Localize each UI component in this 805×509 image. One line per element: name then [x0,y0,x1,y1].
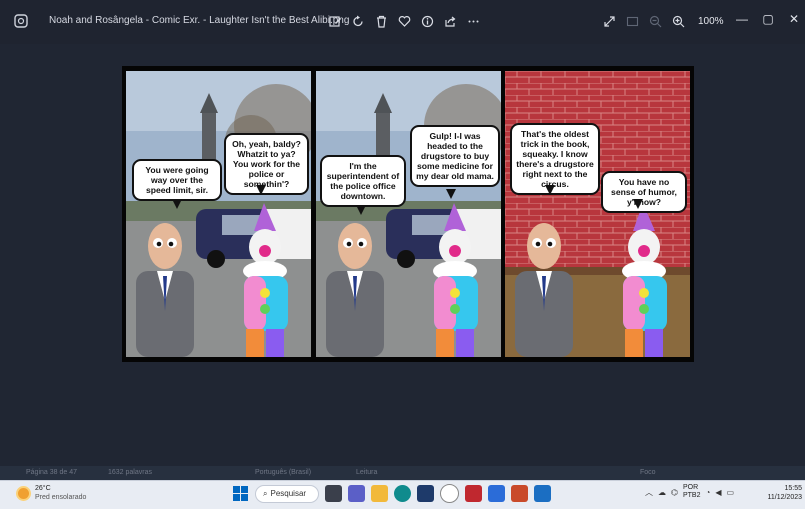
rotate-icon[interactable] [349,10,368,32]
dell-icon[interactable] [440,484,459,503]
system-tray: ︿ ☁ ⌬ POR PTB2 ◔ ◀ ▭ [645,484,734,500]
comic-strip-image[interactable]: You were going way over the speed limit,… [122,66,694,362]
weather-temp: 26°C [35,485,51,492]
bg-status-4: Leitura [356,469,378,476]
onedrive-icon[interactable]: ☁ [658,488,666,497]
speech-bubble-6: You have no sense of humor, y'know? [601,171,687,213]
more-icon[interactable] [464,10,483,32]
bubble-tail-3 [356,205,366,215]
speech-bubble-2: Oh, yeah, baldy? Whatzit to ya? You work… [224,133,309,195]
image-toolbar [326,10,483,32]
network-icon[interactable]: ⌬ [671,488,678,497]
store-icon[interactable] [417,485,434,502]
search-icon: ⌕ [263,488,268,498]
bubble-tail-5 [545,185,555,195]
file-name: Noah and Rosângela - Comic Exr. - Laught… [49,15,350,26]
search-label: Pesquisar [270,489,307,498]
start-button[interactable] [232,485,249,502]
info-icon[interactable] [418,10,437,32]
chevron-up-icon[interactable]: ︿ [645,487,653,498]
language-code: POR [682,484,699,491]
keyboard-layout: PTB2 [682,492,701,499]
close-button[interactable]: ✕ [780,8,805,30]
zoom-in-icon[interactable] [669,10,688,32]
panel-2-artwork [316,71,501,357]
bubble-tail-6 [633,199,643,209]
clock-date: 11/12/2023 [767,494,802,501]
photos-icon[interactable] [534,485,551,502]
speech-bubble-3: I'm the superintendent of the police off… [320,155,406,207]
fullscreen-icon[interactable] [600,10,619,32]
bubble-tail-4 [446,189,456,199]
language-indicator[interactable]: POR PTB2 [683,484,701,500]
volume-icon[interactable]: ◀ [715,488,721,497]
windows-logo-icon [233,486,248,501]
photos-app-icon [14,14,28,28]
speech-bubble-5: That's the oldest trick in the book, squ… [510,123,600,195]
clock[interactable]: 15:55 11/12/2023 [762,484,802,502]
weather-desc: Pred ensolarado [35,494,87,501]
zoom-out-icon[interactable] [646,10,665,32]
zoom-level[interactable]: 100% [698,16,728,27]
bubble-tail-2 [256,185,266,195]
clock-time: 15:55 [784,485,802,492]
speech-bubble-4: Gulp! I-I was headed to the drugstore to… [410,125,500,187]
speech-bubble-1: You were going way over the speed limit,… [132,159,222,201]
bg-status-2: 1632 palavras [108,469,152,476]
edit-icon[interactable] [326,10,345,32]
bg-status-3: Português (Brasil) [255,469,312,476]
panel-1-artwork [126,71,311,357]
sun-icon [18,487,29,499]
chat-icon[interactable] [348,485,365,502]
minimize-button[interactable]: — [728,8,756,30]
taskbar-search[interactable]: ⌕ Pesquisar [255,484,319,503]
word-icon[interactable] [488,485,505,502]
edge-icon[interactable] [394,485,411,502]
taskbar-apps: ⌕ Pesquisar [232,484,551,503]
title-bar: Noah and Rosângela - Comic Exr. - Laught… [0,0,805,44]
wifi-icon[interactable]: ◔ [706,488,711,497]
favorite-icon[interactable] [395,10,414,32]
weather-widget[interactable]: 26°C Pred ensolarado [18,484,86,502]
delete-icon[interactable] [372,10,391,32]
share-icon[interactable] [441,10,460,32]
mcafee-icon[interactable] [465,485,482,502]
maximize-button[interactable]: ▢ [754,8,782,30]
comic-panel-3: That's the oldest trick in the book, squ… [505,71,690,357]
battery-icon[interactable]: ▭ [727,488,735,497]
panel-3-artwork [505,71,690,357]
bg-status-5: Foco [640,469,656,476]
file-explorer-icon[interactable] [371,485,388,502]
bubble-tail-1 [172,199,182,209]
fit-icon[interactable] [623,10,642,32]
powerpoint-icon[interactable] [511,485,528,502]
background-app-statusbar: Página 38 de 47 1632 palavras Português … [0,466,805,480]
comic-panel-2: I'm the superintendent of the police off… [316,71,501,357]
view-controls: 100% [600,10,728,32]
task-view-icon[interactable] [325,485,342,502]
bg-status-1: Página 38 de 47 [26,469,77,476]
comic-panel-1: You were going way over the speed limit,… [126,71,311,357]
